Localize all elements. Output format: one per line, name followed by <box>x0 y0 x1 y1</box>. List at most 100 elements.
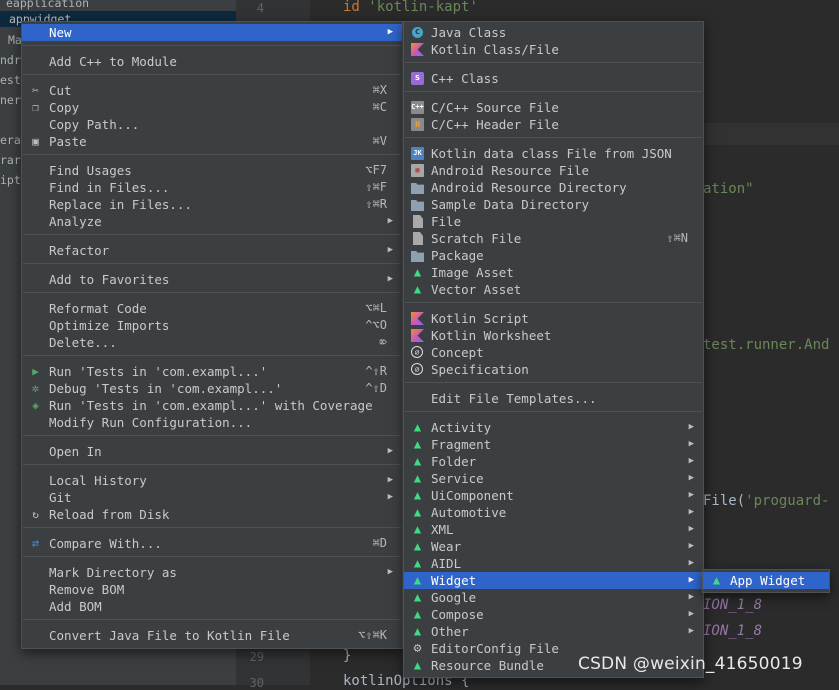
new-item-other[interactable]: ▲ Other ▶ <box>404 623 703 640</box>
menu-item-mark-directory-as[interactable]: Mark Directory as ▶ <box>22 564 402 581</box>
menu-separator <box>23 74 401 75</box>
code-fragment: ation" <box>703 181 754 197</box>
tree-item[interactable]: rar <box>0 152 21 168</box>
new-item-uicomponent[interactable]: ▲ UiComponent ▶ <box>404 487 703 504</box>
menu-item-modify-run-config[interactable]: Modify Run Configuration... <box>22 414 402 431</box>
menu-item-new[interactable]: New ▶ <box>22 24 402 41</box>
tree-item[interactable]: ipt <box>0 172 21 188</box>
menu-separator <box>23 619 401 620</box>
new-item-java-class[interactable]: c Java Class <box>404 24 703 41</box>
menu-item-paste[interactable]: ▣ Paste ⌘V <box>22 133 402 150</box>
new-item-folder[interactable]: ▲ Folder ▶ <box>404 453 703 470</box>
menu-separator <box>405 382 702 383</box>
new-item-edit-file-templates[interactable]: Edit File Templates... <box>404 390 703 407</box>
menu-item-debug-tests[interactable]: ✲ Debug 'Tests in 'com.exampl...' ^⇧D <box>22 380 402 397</box>
menu-item-label: Delete... <box>49 335 117 350</box>
shortcut: ⌥F7 <box>365 163 387 177</box>
menu-item-find-usages[interactable]: Find Usages ⌥F7 <box>22 162 402 179</box>
new-item-service[interactable]: ▲ Service ▶ <box>404 470 703 487</box>
menu-item-analyze[interactable]: Analyze ▶ <box>22 213 402 230</box>
android-icon: ▲ <box>413 505 422 519</box>
new-item-kotlin-class[interactable]: Kotlin Class/File <box>404 41 703 58</box>
new-item-kotlin-json[interactable]: JK Kotlin data class File from JSON <box>404 145 703 162</box>
new-item-scratch-file[interactable]: Scratch File ⇧⌘N <box>404 230 703 247</box>
tree-item[interactable]: ndr <box>0 52 21 68</box>
android-icon: ▲ <box>413 454 422 468</box>
menu-item-reformat-code[interactable]: Reformat Code ⌥⌘L <box>22 300 402 317</box>
new-item-sample-data-dir[interactable]: Sample Data Directory <box>404 196 703 213</box>
new-item-google[interactable]: ▲ Google ▶ <box>404 589 703 606</box>
tree-item[interactable]: ner <box>0 92 21 108</box>
menu-item-add-bom[interactable]: Add BOM <box>22 598 402 615</box>
menu-item-find-in-files[interactable]: Find in Files... ⇧⌘F <box>22 179 402 196</box>
menu-item-replace-in-files[interactable]: Replace in Files... ⇧⌘R <box>22 196 402 213</box>
menu-item-run-with-coverage[interactable]: ◈ Run 'Tests in 'com.exampl...' with Cove… <box>22 397 402 414</box>
menu-item-delete[interactable]: Delete... ⌦ <box>22 334 402 351</box>
menu-item-copy-path[interactable]: Copy Path... <box>22 116 402 133</box>
menu-item-remove-bom[interactable]: Remove BOM <box>22 581 402 598</box>
new-item-package[interactable]: Package <box>404 247 703 264</box>
menu-item-reload-from-disk[interactable]: ↻ Reload from Disk <box>22 506 402 523</box>
new-item-specification[interactable]: ∅ Specification <box>404 361 703 378</box>
menu-item-convert-java-to-kotlin[interactable]: Convert Java File to Kotlin File ⌥⇧⌘K <box>22 627 402 644</box>
menu-item-local-history[interactable]: Local History ▶ <box>22 472 402 489</box>
menu-item-label: Modify Run Configuration... <box>49 415 253 430</box>
menu-separator <box>23 263 401 264</box>
watermark: CSDN @weixin_41650019 <box>578 654 803 674</box>
new-item-c-source[interactable]: C++ C/C++ Source File <box>404 99 703 116</box>
new-item-wear[interactable]: ▲ Wear ▶ <box>404 538 703 555</box>
new-item-cpp-class[interactable]: s C++ Class <box>404 70 703 87</box>
menu-separator <box>23 234 401 235</box>
tree-item[interactable]: eapplication <box>6 0 89 11</box>
menu-item-run-tests[interactable]: ▶ Run 'Tests in 'com.exampl...' ^⇧R <box>22 363 402 380</box>
new-item-aidl[interactable]: ▲ AIDL ▶ <box>404 555 703 572</box>
new-item-image-asset[interactable]: ▲ Image Asset <box>404 264 703 281</box>
new-item-android-resource-dir[interactable]: Android Resource Directory <box>404 179 703 196</box>
menu-separator <box>23 464 401 465</box>
new-item-vector-asset[interactable]: ▲ Vector Asset <box>404 281 703 298</box>
widget-item-app-widget[interactable]: ▲ App Widget <box>703 572 829 589</box>
tree-item[interactable]: est <box>0 72 21 88</box>
package-icon <box>411 250 424 262</box>
line-number: 30 <box>249 676 264 690</box>
new-item-fragment[interactable]: ▲ Fragment ▶ <box>404 436 703 453</box>
shortcut: ⇧⌘R <box>365 197 387 211</box>
menu-item-add-to-favorites[interactable]: Add to Favorites ▶ <box>22 271 402 288</box>
android-icon: ▲ <box>712 573 721 587</box>
menu-item-label: Specification <box>431 362 529 377</box>
menu-item-git[interactable]: Git ▶ <box>22 489 402 506</box>
menu-item-optimize-imports[interactable]: Optimize Imports ^⌥O <box>22 317 402 334</box>
code-fragment: ION_1_8 <box>703 597 763 613</box>
android-icon: ▲ <box>413 420 422 434</box>
menu-item-label: Kotlin Script <box>431 311 529 326</box>
android-icon: ▲ <box>413 471 422 485</box>
new-item-compose[interactable]: ▲ Compose ▶ <box>404 606 703 623</box>
new-item-automotive[interactable]: ▲ Automotive ▶ <box>404 504 703 521</box>
new-item-activity[interactable]: ▲ Activity ▶ <box>404 419 703 436</box>
menu-item-label: Run 'Tests in 'com.exampl...' with Cover… <box>49 398 373 413</box>
code-call: File( <box>703 493 746 509</box>
tree-item[interactable]: era <box>0 132 21 148</box>
shortcut: ^⇧R <box>365 364 387 378</box>
menu-item-open-in[interactable]: Open In ▶ <box>22 443 402 460</box>
menu-item-label: Paste <box>49 134 87 149</box>
menu-item-copy[interactable]: ❐ Copy ⌘C <box>22 99 402 116</box>
menu-item-compare-with[interactable]: ⇄ Compare With... ⌘D <box>22 535 402 552</box>
new-item-kotlin-worksheet[interactable]: Kotlin Worksheet <box>404 327 703 344</box>
menu-item-add-cpp[interactable]: Add C++ to Module <box>22 53 402 70</box>
tree-item[interactable]: Ma <box>8 32 22 48</box>
new-item-file[interactable]: File <box>404 213 703 230</box>
menu-item-cut[interactable]: ✂ Cut ⌘X <box>22 82 402 99</box>
code-fragment: ION_1_8 <box>703 623 763 639</box>
new-item-c-header[interactable]: H C/C++ Header File <box>404 116 703 133</box>
new-item-xml[interactable]: ▲ XML ▶ <box>404 521 703 538</box>
new-item-concept[interactable]: ∅ Concept <box>404 344 703 361</box>
new-item-kotlin-script[interactable]: Kotlin Script <box>404 310 703 327</box>
scratch-file-icon <box>413 232 423 245</box>
new-item-widget[interactable]: ▲ Widget ▶ <box>404 572 703 589</box>
menu-item-label: Service <box>431 471 484 486</box>
menu-item-label: AIDL <box>431 556 462 571</box>
new-item-android-resource-file[interactable]: ▦ Android Resource File <box>404 162 703 179</box>
menu-separator <box>405 62 702 63</box>
menu-item-refactor[interactable]: Refactor ▶ <box>22 242 402 259</box>
